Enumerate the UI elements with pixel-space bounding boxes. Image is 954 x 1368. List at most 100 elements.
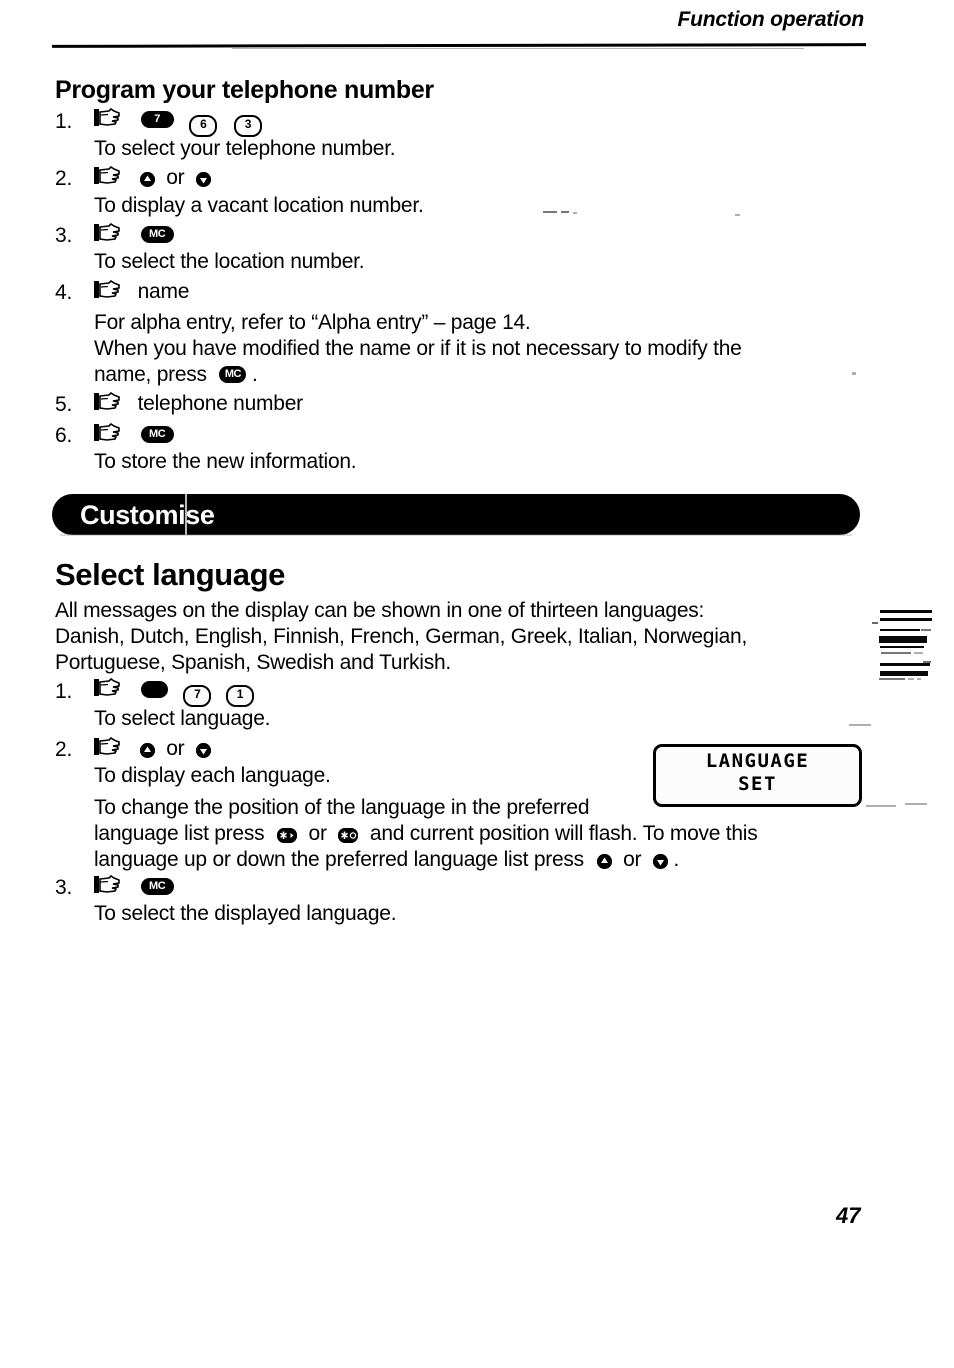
step-number: 4. [55,281,73,304]
margin-bleed-line [923,661,931,663]
key-asterisk-left-icon [276,828,297,843]
key-memory-store: MC [140,426,174,443]
step-5-keys: telephone number [94,392,303,416]
header-rule-ghost [232,48,804,49]
pointing-hand-icon [94,678,120,698]
margin-bleed-line [879,678,905,680]
period-text: . [252,363,258,386]
margin-bleed-line [880,646,924,648]
lang-step-3-keys: MC [94,875,174,899]
pointing-hand-icon [94,166,120,186]
key-scroll-up-icon [596,854,612,869]
step-4-modify-note-line-1: When you have modified the name or if it… [94,337,742,360]
step-number: 3. [55,224,73,247]
step-6-description: To store the new information. [94,450,357,473]
pointing-hand-icon [94,108,120,128]
key-7: 7 [183,685,212,707]
key-1: 1 [225,685,254,707]
scan-speckle [573,212,577,214]
lcd-display-illustration: LANGUAGE SET [653,744,862,807]
step-4-modify-note-line-2: name, press MC . [94,363,258,387]
language-intro-line-2: Danish, Dutch, English, Finnish, French,… [55,625,748,648]
pointing-hand-icon [94,875,120,895]
scanned-manual-page: Function operation Program your telephon… [0,0,954,1368]
lang-step-3-description: To select the displayed language. [94,902,397,925]
lang-step-1-description: To select language. [94,707,271,730]
margin-bleed-line [921,629,931,631]
page-number: 47 [836,1203,861,1228]
scan-speckle [905,803,927,805]
key-asterisk-right-icon [338,828,359,843]
or-text: or [623,848,642,871]
section-heading-program-telephone-number: Program your telephone number [55,76,434,104]
step-number: 6. [55,424,73,447]
scan-speckle [543,211,557,213]
banner-label: Customise [80,500,215,530]
pointing-hand-icon [94,737,120,757]
scan-speckle [866,805,896,807]
pointing-hand-icon [94,392,120,412]
scan-speckle [852,372,856,375]
margin-bleed-line [880,610,932,613]
step-number: 2. [55,738,73,761]
step-1-description: To select your telephone number. [94,137,396,160]
key-memory-store: MC [140,226,174,243]
key-7: 7 [140,111,174,128]
step-number: 5. [55,393,73,416]
page-header: Function operation [51,8,867,49]
step-4-label: name [137,280,190,303]
pointing-hand-icon [94,280,120,300]
or-text: or [308,822,327,845]
key-scroll-down-icon [195,172,211,187]
margin-bleed-line [914,652,923,654]
key-scroll-down-icon [652,854,668,869]
key-scroll-up-icon [139,172,155,187]
step-6-keys: MC [94,423,174,447]
key-scroll-down-icon [195,743,211,758]
step-number: 2. [55,167,73,190]
margin-bleed-line [880,663,930,666]
language-intro-line-3: Portuguese, Spanish, Swedish and Turkish… [55,651,451,674]
lang-step-2-keys: or [94,737,211,761]
scan-speckle [849,724,871,726]
section-banner-customise: Customise [52,494,860,535]
step-number: 1. [55,680,73,703]
margin-bleed-line [908,678,914,680]
margin-bleed-block [880,671,928,676]
press-text: language up or down the preferred langua… [94,848,584,871]
step-3-description: To select the location number. [94,250,365,273]
key-scroll-up-icon [139,743,155,758]
key-memory-store: MC [140,878,174,895]
step-5-label: telephone number [137,392,304,415]
step-4-keys: name [94,280,189,304]
press-text: name, press [94,363,207,386]
scan-speckle [735,214,740,216]
lcd-line-2: SET [738,773,777,795]
section-heading-select-language: Select language [55,557,286,592]
key-6: 6 [189,115,218,137]
header-title: Function operation [677,8,864,31]
press-text: language list press [94,822,265,845]
lcd-line-1: LANGUAGE [705,750,810,772]
scan-speckle [663,806,843,807]
pointing-hand-icon [94,223,120,243]
lang-reorder-line-2: language list press or and current posit… [94,822,758,846]
step-4-alpha-entry-note: For alpha entry, refer to “Alpha entry” … [94,311,531,334]
lang-step-2-description: To display each language. [94,764,331,787]
banner-shadow-artifact [60,534,852,536]
step-2-keys: or [94,166,211,190]
pointing-hand-icon [94,423,120,443]
margin-bleed-line [880,629,920,631]
key-function-icon [140,681,168,698]
lang-reorder-line-1: To change the position of the language i… [94,796,590,819]
lang-reorder-line-3: language up or down the preferred langua… [94,848,679,872]
lang-step-1-keys: 7 1 [94,678,254,707]
margin-bleed-block [879,636,927,643]
margin-bleed-line [917,678,921,680]
step-3-keys: MC [94,223,174,247]
or-text: or [166,737,185,760]
scan-artifact-line [185,494,187,535]
key-memory-store: MC [219,366,247,383]
period-text: . [673,848,680,871]
language-intro-line-1: All messages on the display can be shown… [55,599,705,622]
